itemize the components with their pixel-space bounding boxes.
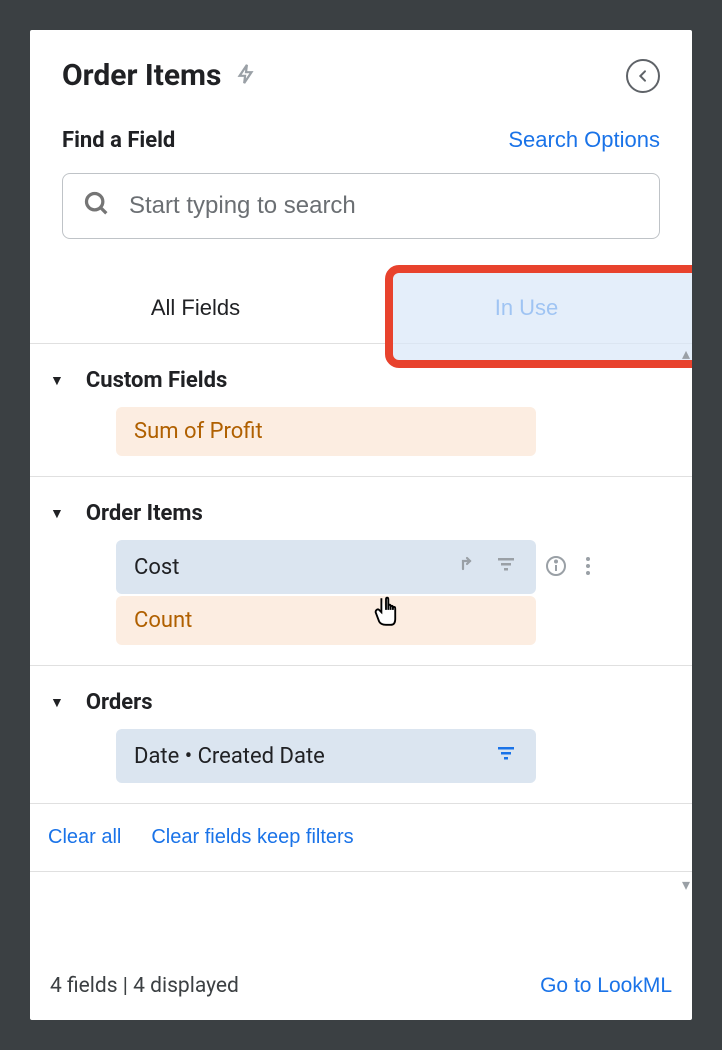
scroll-down-icon[interactable]: ▾ <box>682 875 690 894</box>
field-action-icons <box>494 741 518 771</box>
collapse-button[interactable] <box>626 59 660 93</box>
group-custom-fields: ▼ Custom Fields Sum of Profit <box>30 344 692 477</box>
field-sum-of-profit[interactable]: Sum of Profit <box>116 407 536 456</box>
field-picker-panel: Order Items Find a Field Search Options … <box>30 30 692 1020</box>
filter-icon[interactable] <box>494 552 518 582</box>
field-cost[interactable]: Cost <box>116 540 536 594</box>
kebab-menu-icon[interactable] <box>584 554 592 582</box>
chevron-down-icon: ▼ <box>50 694 64 711</box>
go-to-lookml-link[interactable]: Go to LookML <box>540 974 672 998</box>
lightning-icon[interactable] <box>235 59 257 93</box>
group-title: Custom Fields <box>86 368 227 393</box>
group-title: Order Items <box>86 501 203 526</box>
field-list: Date • Created Date <box>46 729 672 783</box>
field-label: Date • Created Date <box>134 744 325 769</box>
group-header[interactable]: ▼ Order Items <box>46 495 672 540</box>
field-label: Cost <box>134 555 179 580</box>
clear-all-button[interactable]: Clear all <box>48 826 121 849</box>
row-extra-icons <box>544 554 592 582</box>
group-title: Orders <box>86 690 153 715</box>
group-orders: ▼ Orders Date • Created Date <box>30 666 692 804</box>
field-label: Sum of Profit <box>134 419 263 444</box>
field-date-created[interactable]: Date • Created Date <box>116 729 536 783</box>
tab-all-fields[interactable]: All Fields <box>30 273 361 343</box>
footer-status: 4 fields | 4 displayed <box>50 974 239 998</box>
group-header[interactable]: ▼ Orders <box>46 684 672 729</box>
group-order-items: ▼ Order Items Cost <box>30 477 692 666</box>
chevron-down-icon: ▼ <box>50 505 64 522</box>
field-label: Count <box>134 608 192 633</box>
field-list: Cost <box>46 540 672 645</box>
group-header[interactable]: ▼ Custom Fields <box>46 362 672 407</box>
actions-row: Clear all Clear fields keep filters <box>30 804 692 872</box>
field-action-icons <box>456 552 518 582</box>
field-list: Sum of Profit <box>46 407 672 456</box>
clear-keep-filters-button[interactable]: Clear fields keep filters <box>151 826 353 849</box>
search-input[interactable] <box>129 192 639 220</box>
footer: 4 fields | 4 displayed Go to LookML <box>30 956 692 1020</box>
tab-in-use[interactable]: In Use <box>361 273 692 343</box>
find-label: Find a Field <box>62 128 175 153</box>
search-icon <box>83 190 111 222</box>
search-box[interactable] <box>62 173 660 239</box>
filter-icon[interactable] <box>494 741 518 771</box>
scroll-up-icon[interactable]: ▴ <box>682 344 690 363</box>
panel-header: Order Items <box>30 30 692 93</box>
pivot-icon[interactable] <box>456 552 480 582</box>
content-area: ▴ ▼ Custom Fields Sum of Profit ▼ Order … <box>30 344 692 956</box>
field-count[interactable]: Count <box>116 596 536 645</box>
info-icon[interactable] <box>544 554 568 582</box>
search-options-link[interactable]: Search Options <box>508 127 660 153</box>
chevron-down-icon: ▼ <box>50 372 64 389</box>
tabs: All Fields In Use <box>30 273 692 344</box>
find-row: Find a Field Search Options <box>30 93 692 165</box>
panel-title: Order Items <box>62 58 221 93</box>
